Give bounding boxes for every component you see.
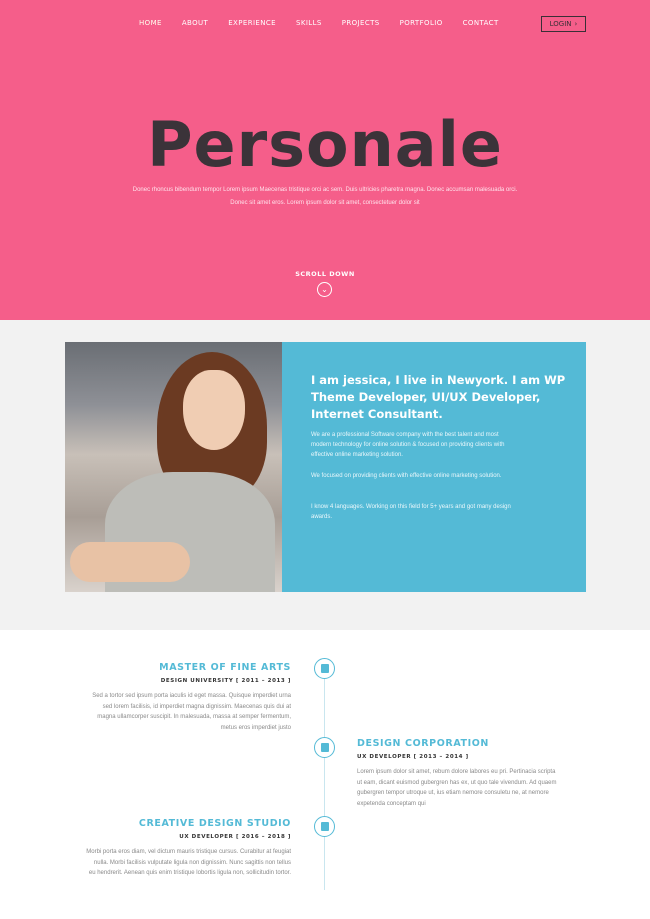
timeline-item-text: Sed a tortor sed ipsum porta iaculis id … [92, 693, 291, 731]
nav-portfolio[interactable]: PORTFOLIO [400, 19, 443, 27]
nav-experience[interactable]: EXPERIENCE [228, 19, 276, 27]
hero-section: HOME ABOUT EXPERIENCE SKILLS PROJECTS PO… [0, 0, 650, 320]
timeline-item-title: MASTER OF FINE ARTS [159, 662, 291, 673]
nav-skills[interactable]: SKILLS [296, 19, 322, 27]
timeline-section: MASTER OF FINE ARTS DESIGN UNIVERSITY [ … [0, 630, 650, 919]
about-paragraph-2: We focused on providing clients with eff… [311, 473, 502, 479]
briefcase-icon [314, 737, 335, 758]
nav-about[interactable]: ABOUT [182, 19, 208, 27]
timeline-item-title: CREATIVE DESIGN STUDIO [138, 818, 291, 829]
nav-home[interactable]: HOME [139, 19, 162, 27]
timeline-item-subtitle: UX DEVELOPER [ 2013 – 2014 ] [357, 754, 469, 760]
timeline-line [324, 660, 325, 890]
gift-icon [314, 816, 335, 837]
nav-contact[interactable]: CONTACT [463, 19, 499, 27]
hero-title: Personale [147, 108, 503, 181]
chevron-right-icon: › [574, 20, 578, 28]
login-label: LOGIN [549, 20, 572, 28]
timeline-item-title: DESIGN CORPORATION [357, 738, 489, 749]
timeline-item-subtitle: UX DEVELOPER [ 2016 – 2018 ] [179, 834, 291, 840]
nav-projects[interactable]: PROJECTS [342, 19, 380, 27]
top-nav: HOME ABOUT EXPERIENCE SKILLS PROJECTS PO… [139, 19, 519, 27]
timeline-item-subtitle: DESIGN UNIVERSITY [ 2011 – 2013 ] [160, 678, 291, 684]
timeline-item-text: Lorem ipsum dolor sit amet, rebum dolore… [357, 769, 557, 807]
profile-photo [65, 342, 282, 592]
timeline-item-text: Morbi porta eros diam, vel dictum mauris… [86, 849, 291, 876]
book-icon [314, 658, 335, 679]
about-paragraph-3: I know 4 languages. Working on this fiel… [311, 504, 511, 520]
chevron-down-icon[interactable]: ⌄ [317, 282, 332, 297]
about-card: I am jessica, I live in Newyork. I am WP… [282, 342, 586, 592]
about-paragraph-1: We are a professional Software company w… [311, 432, 505, 458]
scroll-down-label[interactable]: SCROLL DOWN [0, 270, 650, 278]
hero-subtitle: Donec rhoncus bibendum tempor Lorem ipsu… [132, 187, 518, 206]
login-button[interactable]: LOGIN › [541, 16, 586, 32]
about-heading: I am jessica, I live in Newyork. I am WP… [311, 373, 566, 421]
about-section: I am jessica, I live in Newyork. I am WP… [0, 320, 650, 630]
